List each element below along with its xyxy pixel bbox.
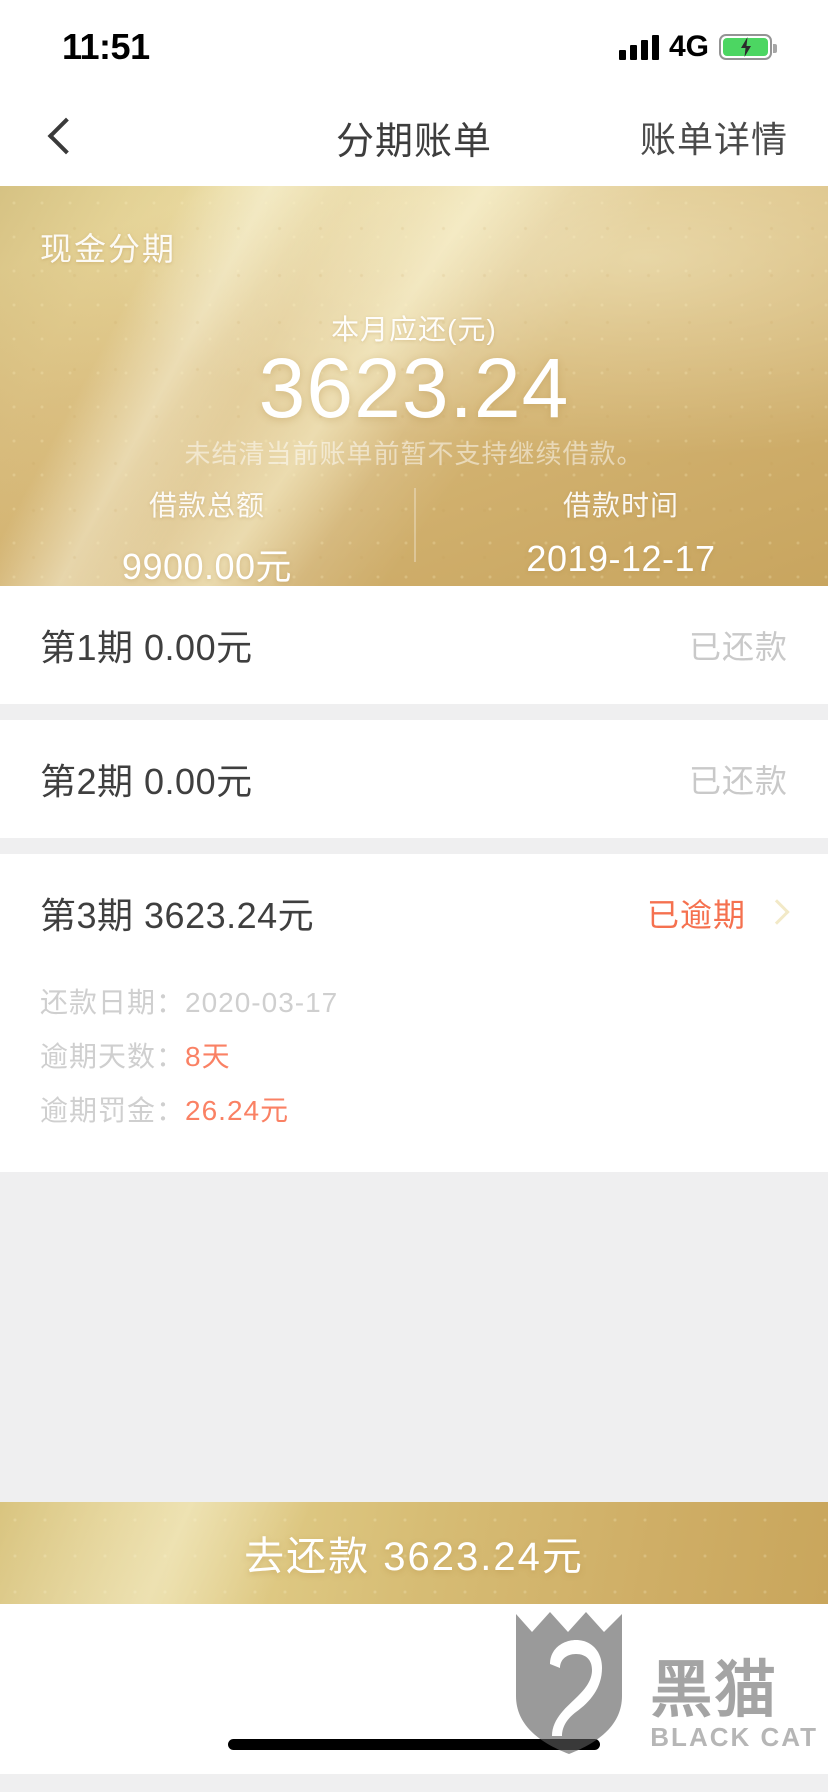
installment-title: 第2期 0.00元 [40,761,253,802]
list-empty-space [0,1172,828,1502]
list-divider [0,838,828,854]
navigation-bar: 分期账单 账单详情 [0,88,828,186]
installment-title: 第1期 0.00元 [40,627,253,668]
repay-button-label: 去还款 3623.24元 [244,1535,584,1579]
chevron-right-icon[interactable] [768,903,788,923]
signal-bars-icon [618,34,659,60]
status-bar-time: 11:51 [62,26,150,67]
repayment-date-label: 还款日期： [40,987,186,1018]
loan-total-value: 9900.00元 [121,546,293,586]
home-indicator[interactable] [228,1739,600,1750]
loan-date-stat: 借款时间 2019-12-17 [414,484,828,586]
battery-charging-icon [719,34,777,60]
list-divider [0,704,828,720]
chevron-left-icon [49,117,71,157]
table-row[interactable]: 第3期 3623.24元 已逾期 [0,854,828,972]
installment-status-group: 已还款 [689,622,788,668]
status-badge: 已逾期 [646,897,746,933]
lightning-bolt-icon [740,37,751,57]
status-badge: 已还款 [688,629,788,665]
due-amount-value: 3623.24 [258,341,570,435]
product-type-label: 现金分期 [40,231,177,267]
home-bar-area [0,1604,828,1774]
loan-stats: 借款总额 9900.00元 借款时间 2019-12-17 [0,484,828,586]
loan-total-label: 借款总额 [148,490,265,521]
installment-title: 第3期 3623.24元 [40,895,315,936]
overdue-penalty-value: 26.24元 [185,1095,290,1126]
back-button[interactable] [0,88,120,186]
summary-card: 现金分期 本月应还(元) 3623.24 未结清当前账单前暂不支持继续借款。 借… [0,186,828,586]
status-bar-indicators: 4G [618,26,777,63]
overdue-detail-panel: 还款日期：2020-03-17 逾期天数：8天 逾期罚金：26.24元 [0,972,828,1172]
installment-list: 第1期 0.00元 已还款 第2期 0.00元 已还款 第3期 3623.24元… [0,586,828,1502]
overdue-days-value: 8天 [185,1041,231,1072]
carrier-label: 4G [668,30,709,63]
bill-detail-link[interactable]: 账单详情 [640,111,788,163]
loan-total-stat: 借款总额 9900.00元 [0,484,414,586]
table-row[interactable]: 第1期 0.00元 已还款 [0,586,828,704]
repayment-date-value: 2020-03-17 [185,987,339,1018]
installment-status-group: 已还款 [689,756,788,802]
status-bar: 11:51 4G [0,0,828,88]
phone-screen: 11:51 4G 分期账单 账单详情 现金分期 本月应还(元) 3623.24 … [0,0,828,1792]
repayment-date-line: 还款日期：2020-03-17 [40,976,788,1030]
overdue-days-label: 逾期天数： [40,1041,186,1072]
table-row[interactable]: 第2期 0.00元 已还款 [0,720,828,838]
borrow-restriction-note: 未结清当前账单前暂不支持继续借款。 [184,439,644,469]
installment-status-group: 已逾期 [647,890,788,936]
repay-button[interactable]: 去还款 3623.24元 [0,1502,828,1604]
overdue-penalty-line: 逾期罚金：26.24元 [40,1084,788,1138]
status-badge: 已还款 [688,763,788,799]
loan-date-value: 2019-12-17 [526,538,716,579]
overdue-penalty-label: 逾期罚金： [40,1095,186,1126]
overdue-days-line: 逾期天数：8天 [40,1030,788,1084]
loan-date-label: 借款时间 [562,490,679,521]
